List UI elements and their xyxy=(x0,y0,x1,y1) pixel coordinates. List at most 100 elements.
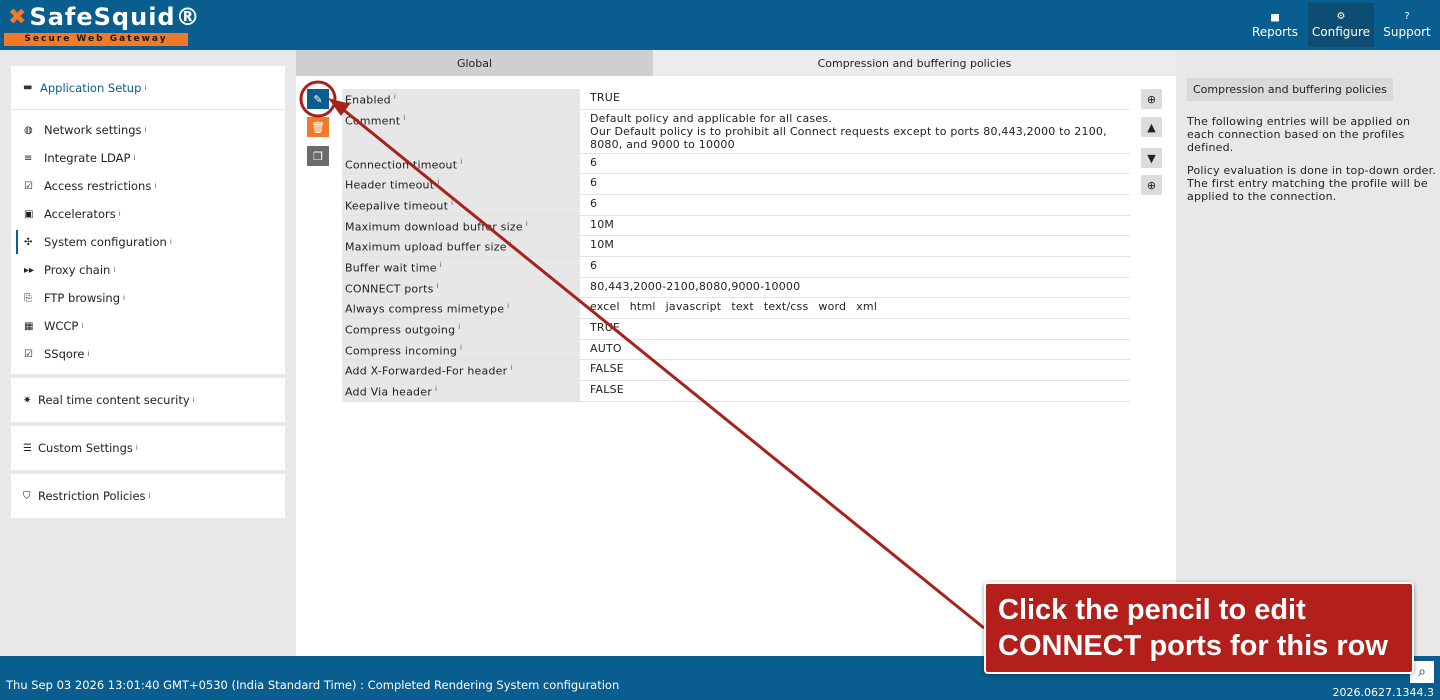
sidebar-header-custom-settings[interactable]: ☰ Custom Settings i xyxy=(11,426,285,470)
info-icon[interactable]: i xyxy=(403,114,405,122)
field-label: Add Via header xyxy=(345,385,432,399)
pencil-icon: ✎ xyxy=(313,92,323,106)
tab-global[interactable]: Global xyxy=(296,50,653,76)
delete-entry-button[interactable]: 🗑 xyxy=(307,117,329,137)
sidebar-header-realtime-content-security[interactable]: ✷ Real time content security i xyxy=(11,378,285,422)
files-icon: ⎘ xyxy=(24,292,32,304)
info-icon[interactable]: i xyxy=(460,158,462,166)
sidebar-item-label: Proxy chain xyxy=(44,263,111,277)
info-icon[interactable]: i xyxy=(88,350,90,358)
info-icon[interactable]: i xyxy=(123,294,125,302)
policy-panel: ✎ 🗑 ❐ Enabled i TRUE Comment i Default polic… xyxy=(296,76,1176,656)
insert-below-button[interactable]: ⊕ xyxy=(1141,175,1162,195)
info-icon[interactable]: i xyxy=(81,322,83,330)
field-label: Buffer wait time xyxy=(345,261,437,275)
info-icon[interactable]: i xyxy=(394,93,396,101)
sidebar-item-proxy-chain[interactable]: ▸▸ Proxy chain i xyxy=(11,256,285,284)
info-icon[interactable]: i xyxy=(119,210,121,218)
info-icon[interactable]: i xyxy=(458,323,460,331)
tab-compression-buffering[interactable]: Compression and buffering policies xyxy=(653,50,1176,76)
table-row: Compress incoming i AUTO xyxy=(342,339,1130,361)
sidebar-item-network-settings[interactable]: ◍ Network settings i xyxy=(11,116,285,144)
table-row: Keepalive timeout i 6 xyxy=(342,194,1130,216)
help-panel: Compression and buffering policies The f… xyxy=(1187,78,1440,203)
sidebar-item-label: SSqore xyxy=(44,347,85,361)
sidebar-header-application-setup[interactable]: ▬ Application Setup i xyxy=(11,66,285,110)
sidebar-item-ftp-browsing[interactable]: ⎘ FTP browsing i xyxy=(11,284,285,312)
nav-configure[interactable]: ⚙ Configure xyxy=(1308,3,1374,47)
info-icon[interactable]: i xyxy=(510,364,512,372)
field-label: Comment xyxy=(345,114,401,128)
move-down-button[interactable]: ▼ xyxy=(1141,148,1162,168)
info-icon[interactable]: i xyxy=(170,238,172,246)
shield-icon: ⛉ xyxy=(23,490,31,502)
field-value: AUTO xyxy=(590,341,622,355)
field-value: FALSE xyxy=(590,362,624,376)
chart-icon: ▅ xyxy=(1271,11,1279,22)
table-row: Comment i Default policy and applicable fo… xyxy=(342,109,1130,154)
sidebar-item-label: Integrate LDAP xyxy=(44,151,131,165)
table-row: Always compress mimetype i excel html javasc… xyxy=(342,298,1130,319)
info-icon[interactable]: i xyxy=(437,282,439,290)
info-icon[interactable]: i xyxy=(144,84,146,92)
info-icon[interactable]: i xyxy=(133,154,135,162)
sidebar-item-label: System configuration xyxy=(44,235,167,249)
field-label: Maximum download buffer size xyxy=(345,220,523,234)
sidebar-item-label: Accelerators xyxy=(44,207,116,221)
info-icon[interactable]: i xyxy=(440,261,442,269)
list-icon: ≡ xyxy=(24,152,33,164)
info-icon[interactable]: i xyxy=(451,199,453,207)
sidebar-item-access-restrictions[interactable]: ☑ Access restrictions i xyxy=(11,172,285,200)
comment-line: 8080, and 9000 to 10000 xyxy=(590,137,735,151)
brand-name: SafeSquid® xyxy=(29,3,201,31)
sidebar-header-restriction-policies[interactable]: ⛉ Restriction Policies i xyxy=(11,474,285,518)
info-icon[interactable]: i xyxy=(507,302,509,310)
info-icon[interactable]: i xyxy=(193,396,195,404)
comment-line: Our Default policy is to prohibit all Co… xyxy=(590,124,1107,138)
mimetype-tag: word xyxy=(818,300,847,314)
field-value: 6 xyxy=(590,258,598,272)
safesquid-logo[interactable]: ✖ SafeSquid® Secure Web Gateway xyxy=(4,3,200,47)
field-value: TRUE xyxy=(590,320,621,334)
sidebar-item-integrate-ldap[interactable]: ≡ Integrate LDAP i xyxy=(11,144,285,172)
sidebar-item-ssqore[interactable]: ☑ SSqore i xyxy=(11,340,285,368)
nav-reports[interactable]: ▅ Reports xyxy=(1242,3,1308,47)
info-icon[interactable]: i xyxy=(149,492,151,500)
nav-configure-label: Configure xyxy=(1311,25,1371,39)
info-icon[interactable]: i xyxy=(145,126,147,134)
field-label: Always compress mimetype xyxy=(345,302,505,316)
nav-support[interactable]: ? Support xyxy=(1374,3,1440,47)
sliders-icon: ☰ xyxy=(23,442,32,454)
status-message: Thu Sep 03 2026 13:01:40 GMT+0530 (India… xyxy=(6,678,620,692)
sidebar-item-system-configuration[interactable]: ✣ System configuration i xyxy=(11,228,285,256)
sitemap-icon: ✣ xyxy=(24,236,33,248)
search-icon: ⌕ xyxy=(1418,664,1426,680)
info-icon[interactable]: i xyxy=(136,444,138,452)
brand-tagline: Secure Web Gateway xyxy=(4,33,188,46)
mimetype-tag: excel xyxy=(590,300,620,314)
insert-above-button[interactable]: ⊕ xyxy=(1141,89,1162,109)
info-icon[interactable]: i xyxy=(154,182,156,190)
mimetype-tag: text/css xyxy=(763,300,809,314)
info-icon[interactable]: i xyxy=(437,178,439,186)
info-icon[interactable]: i xyxy=(510,240,512,248)
sidebar-item-wccp[interactable]: ▦ WCCP i xyxy=(11,312,285,340)
caret-down-icon: ▼ xyxy=(1147,151,1156,165)
copy-entry-button[interactable]: ❐ xyxy=(307,146,329,166)
sidebar-item-label: WCCP xyxy=(44,319,79,333)
info-icon[interactable]: i xyxy=(113,266,115,274)
field-value: TRUE xyxy=(590,91,621,104)
field-value: 6 xyxy=(590,176,598,190)
mimetype-tag: text xyxy=(731,300,754,314)
info-icon[interactable]: i xyxy=(435,385,437,393)
info-icon[interactable]: i xyxy=(460,344,462,352)
info-icon[interactable]: i xyxy=(526,220,528,228)
edit-entry-button[interactable]: ✎ xyxy=(307,89,329,109)
move-up-button[interactable]: ▲ xyxy=(1141,117,1162,137)
trash-icon: 🗑 xyxy=(311,120,325,134)
mimetype-tag: xml xyxy=(856,300,878,314)
mimetype-tag: html xyxy=(629,300,656,314)
sidebar-item-accelerators[interactable]: ▣ Accelerators i xyxy=(11,200,285,228)
table-row: Buffer wait time i 6 xyxy=(342,256,1130,278)
checkbox-icon: ☑ xyxy=(24,348,33,360)
